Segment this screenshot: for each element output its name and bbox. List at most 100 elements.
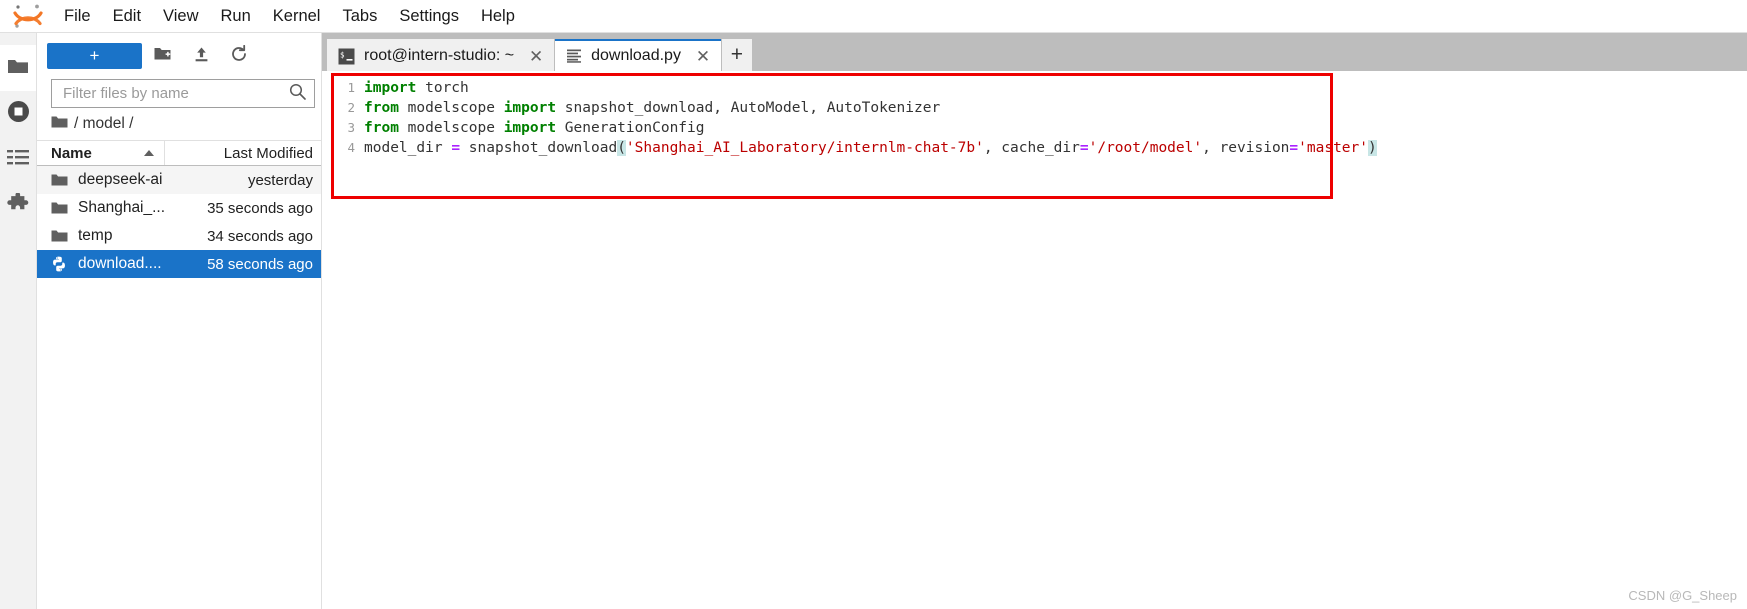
main-area: $ root@intern-studio: ~ ✕ download.py ✕ … xyxy=(322,33,1747,609)
token-bracket: ) xyxy=(1368,140,1377,156)
sidebar-item-running-terminals[interactable] xyxy=(0,91,36,137)
line-number: 2 xyxy=(347,100,355,115)
new-folder-button[interactable] xyxy=(146,43,180,69)
jupyter-logo-icon xyxy=(9,2,47,30)
code-line: 3 from modelscope import GenerationConfi… xyxy=(336,118,1747,138)
python-file-icon xyxy=(51,256,73,272)
terminal-icon: $ xyxy=(338,48,355,65)
code-editor[interactable]: 1 import torch 2 from modelscope import … xyxy=(322,71,1747,609)
list-item-name: temp xyxy=(78,227,113,244)
token-plain: , revision xyxy=(1202,140,1290,156)
file-browser-panel: + Filter files by name / model / Name La… xyxy=(37,33,322,609)
list-item[interactable]: Shanghai_... 35 seconds ago xyxy=(37,194,321,222)
list-item-name: Shanghai_... xyxy=(78,199,166,216)
token-operator: = xyxy=(1289,140,1299,156)
token-keyword: import xyxy=(503,100,557,116)
line-number: 1 xyxy=(347,80,355,95)
folder-icon xyxy=(51,229,73,243)
list-item-modified: yesterday xyxy=(247,171,313,189)
token-string: '/root/model' xyxy=(1088,140,1203,156)
line-number: 4 xyxy=(347,140,355,155)
close-icon[interactable]: ✕ xyxy=(527,47,545,65)
code-content[interactable]: 1 import torch 2 from modelscope import … xyxy=(336,71,1747,609)
token-keyword: import xyxy=(364,80,417,96)
token-plain: model_dir xyxy=(364,140,452,156)
breadcrumb: / model / xyxy=(37,108,321,140)
folder-icon[interactable] xyxy=(51,115,68,134)
tab-terminal[interactable]: $ root@intern-studio: ~ ✕ xyxy=(327,39,555,71)
menu-item-settings[interactable]: Settings xyxy=(388,0,470,33)
new-folder-icon xyxy=(154,46,173,65)
tab-bar: $ root@intern-studio: ~ ✕ download.py ✕ … xyxy=(322,33,1747,71)
tab-label: root@intern-studio: ~ xyxy=(364,47,515,64)
menu-item-view[interactable]: View xyxy=(152,0,209,33)
token-plain: GenerationConfig xyxy=(556,120,705,136)
token-keyword: from xyxy=(364,120,399,136)
list-item[interactable]: deepseek-ai yesterday xyxy=(37,166,321,194)
code-line: 4 model_dir = snapshot_download('Shangha… xyxy=(336,138,1747,158)
editor-gutter-bar xyxy=(322,71,336,609)
list-item-name: deepseek-ai xyxy=(78,171,163,188)
menu-item-file[interactable]: File xyxy=(53,0,102,33)
new-launcher-button[interactable]: + xyxy=(47,42,142,69)
token-plain: torch xyxy=(416,80,469,96)
sidebar-item-file-browser[interactable] xyxy=(0,45,36,91)
line-text: from modelscope import snapshot_download… xyxy=(364,98,940,118)
folder-icon xyxy=(51,201,73,215)
token-plain: snapshot_download, AutoModel, AutoTokeni… xyxy=(556,100,941,116)
close-icon[interactable]: ✕ xyxy=(694,47,712,65)
sidebar-item-extension-manager[interactable] xyxy=(0,183,36,229)
token-operator: = xyxy=(1079,140,1089,156)
file-filter-box[interactable] xyxy=(51,79,315,108)
search-input[interactable] xyxy=(61,84,289,103)
stop-circle-icon xyxy=(7,100,30,128)
svg-text:$: $ xyxy=(340,50,345,59)
list-item-modified: 35 seconds ago xyxy=(207,199,313,217)
token-operator: = xyxy=(451,140,461,156)
menu-items: File Edit View Run Kernel Tabs Settings … xyxy=(53,0,526,32)
menu-bar: File Edit View Run Kernel Tabs Settings … xyxy=(0,0,1747,33)
column-header-last-modified[interactable]: Last Modified xyxy=(165,145,321,162)
list-item[interactable]: temp 34 seconds ago xyxy=(37,222,321,250)
token-keyword: import xyxy=(503,120,557,136)
list-item-selected[interactable]: download.... 58 seconds ago xyxy=(37,250,321,278)
list-icon xyxy=(7,149,29,172)
tab-download-py[interactable]: download.py ✕ xyxy=(555,39,721,71)
line-text: from modelscope import GenerationConfig xyxy=(364,118,704,138)
token-plain: , cache_dir xyxy=(983,140,1080,156)
menu-item-run[interactable]: Run xyxy=(210,0,262,33)
upload-icon xyxy=(193,46,210,66)
list-item-name: download.... xyxy=(78,255,162,272)
token-plain: modelscope xyxy=(398,120,504,136)
menu-item-kernel[interactable]: Kernel xyxy=(262,0,332,33)
token-plain: modelscope xyxy=(398,100,504,116)
watermark: CSDN @G_Sheep xyxy=(1628,588,1737,603)
file-list: deepseek-ai yesterday Shanghai_... 35 se… xyxy=(37,166,321,609)
tab-label: download.py xyxy=(591,47,681,64)
puzzle-icon xyxy=(7,191,29,220)
line-text: model_dir = snapshot_download('Shanghai_… xyxy=(364,138,1377,158)
upload-button[interactable] xyxy=(184,43,218,69)
activity-bar xyxy=(0,33,37,609)
jupyterlab-window: File Edit View Run Kernel Tabs Settings … xyxy=(0,0,1747,609)
list-item-modified: 34 seconds ago xyxy=(207,227,313,245)
menu-item-help[interactable]: Help xyxy=(470,0,526,33)
file-browser-toolbar: + xyxy=(37,33,321,78)
line-text: import torch xyxy=(364,78,469,98)
menu-item-tabs[interactable]: Tabs xyxy=(331,0,388,33)
column-header-name-label: Name xyxy=(51,144,92,162)
refresh-icon xyxy=(230,44,248,66)
token-string: 'Shanghai_AI_Laboratory/internlm-chat-7b… xyxy=(625,140,984,156)
folder-icon xyxy=(7,57,29,80)
column-header-name[interactable]: Name xyxy=(37,141,165,165)
breadcrumb-path[interactable]: / model / xyxy=(74,115,133,133)
sidebar-item-table-of-contents[interactable] xyxy=(0,137,36,183)
new-tab-button[interactable]: + xyxy=(721,39,752,71)
file-list-header: Name Last Modified xyxy=(37,140,321,166)
token-plain: snapshot_download xyxy=(460,140,618,156)
token-keyword: from xyxy=(364,100,399,116)
refresh-button[interactable] xyxy=(222,43,256,69)
search-icon xyxy=(289,83,306,105)
menu-item-edit[interactable]: Edit xyxy=(102,0,152,33)
text-file-icon xyxy=(566,48,582,64)
